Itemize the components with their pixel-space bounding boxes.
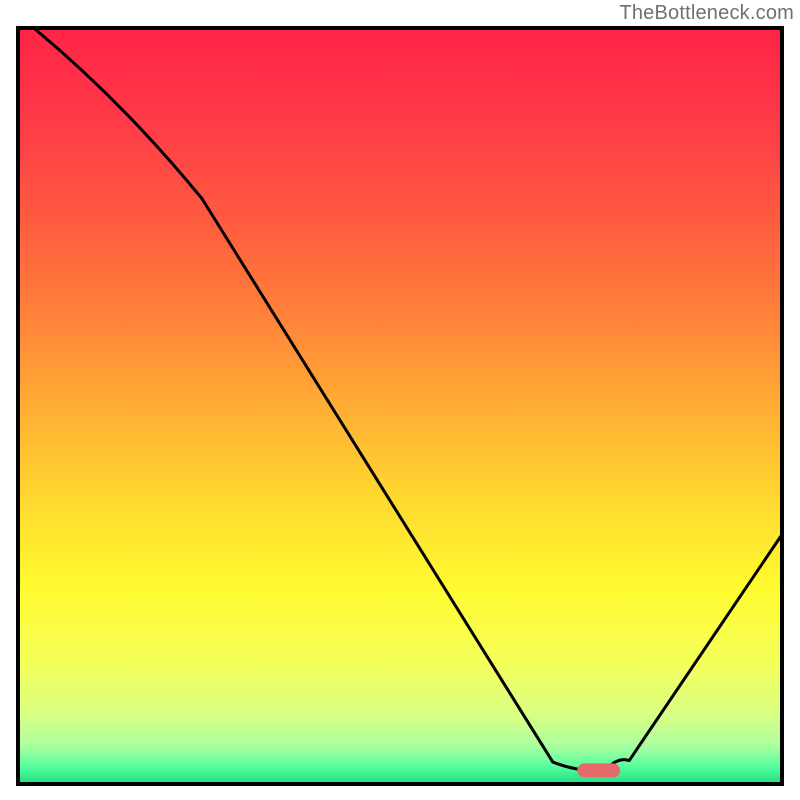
optimal-marker	[577, 763, 620, 777]
gradient-background	[18, 28, 782, 784]
watermark-text: TheBottleneck.com	[619, 2, 794, 25]
bottleneck-chart	[0, 0, 800, 800]
